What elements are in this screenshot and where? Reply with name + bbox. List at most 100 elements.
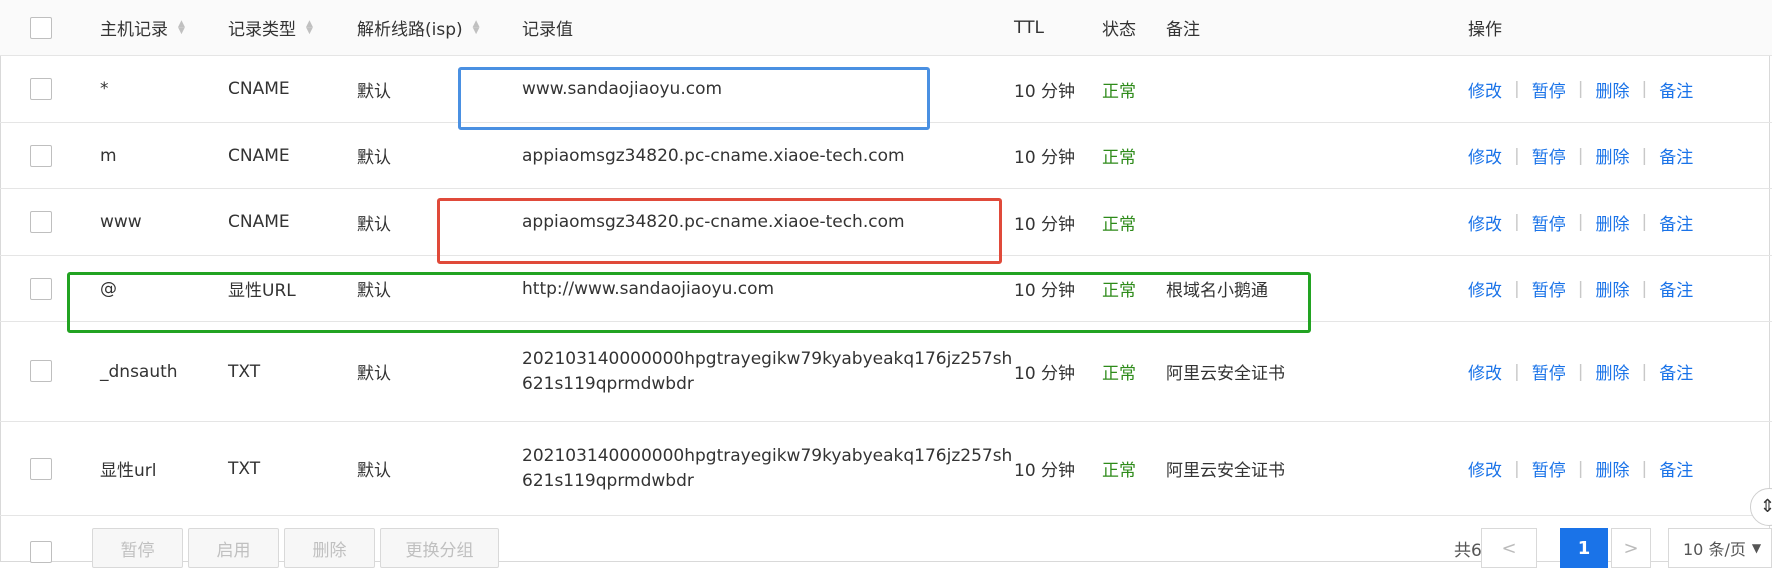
cell-host: @ bbox=[100, 278, 117, 299]
cell-host: * bbox=[100, 79, 109, 99]
remark-link[interactable]: 备注 bbox=[1659, 210, 1693, 235]
pause-link[interactable]: 暂停 bbox=[1532, 143, 1566, 168]
row-actions: 修改 | 暂停 | 删除 | 备注 bbox=[1468, 189, 1693, 255]
edit-link[interactable]: 修改 bbox=[1468, 210, 1502, 235]
row-actions: 修改 | 暂停 | 删除 | 备注 bbox=[1468, 123, 1693, 188]
table-row: @ 显性URL 默认 http://www.sandaojiaoyu.com 1… bbox=[0, 256, 1772, 322]
cell-value: 202103140000000hpgtrayegikw79kyabyeakq17… bbox=[522, 322, 1012, 421]
delete-link[interactable]: 删除 bbox=[1595, 77, 1629, 102]
action-separator: | bbox=[1514, 361, 1520, 382]
row-checkbox[interactable] bbox=[30, 360, 52, 382]
remark-link[interactable]: 备注 bbox=[1659, 143, 1693, 168]
action-separator: | bbox=[1577, 278, 1584, 299]
cell-line: 默认 bbox=[357, 148, 391, 168]
cell-host: www bbox=[100, 212, 142, 232]
pause-link[interactable]: 暂停 bbox=[1532, 210, 1566, 235]
delete-link[interactable]: 删除 bbox=[1595, 456, 1629, 481]
row-actions: 修改 | 暂停 | 删除 | 备注 bbox=[1468, 422, 1693, 515]
row-actions: 修改 | 暂停 | 删除 | 备注 bbox=[1468, 256, 1693, 321]
action-separator: | bbox=[1577, 79, 1584, 99]
col-line-header[interactable]: 解析线路(isp) ▲ ▼ bbox=[357, 0, 480, 55]
remark-link[interactable]: 备注 bbox=[1659, 359, 1693, 384]
cell-status: 正常 bbox=[1102, 214, 1136, 235]
value-line: 621s119qprmdwbdr bbox=[522, 470, 694, 491]
row-checkbox[interactable] bbox=[30, 211, 52, 233]
cell-host: 显性url bbox=[100, 461, 157, 481]
change-group-button[interactable]: 更换分组 bbox=[380, 528, 499, 568]
batch-delete-button[interactable]: 删除 bbox=[284, 528, 375, 568]
action-separator: | bbox=[1641, 458, 1648, 479]
row-checkbox[interactable] bbox=[30, 78, 52, 100]
batch-enable-button[interactable]: 启用 bbox=[188, 528, 279, 568]
action-separator: | bbox=[1641, 212, 1648, 232]
cell-line: 默认 bbox=[357, 364, 391, 384]
row-actions: 修改 | 暂停 | 删除 | 备注 bbox=[1468, 56, 1693, 122]
remark-link[interactable]: 备注 bbox=[1659, 456, 1693, 481]
edit-link[interactable]: 修改 bbox=[1468, 359, 1502, 384]
action-separator: | bbox=[1577, 458, 1584, 479]
sort-arrows-icon[interactable]: ▲ ▼ bbox=[306, 19, 313, 35]
cell-value: www.sandaojiaoyu.com bbox=[522, 79, 723, 99]
action-separator: | bbox=[1514, 212, 1520, 232]
select-all-checkbox[interactable] bbox=[30, 17, 52, 39]
pause-link[interactable]: 暂停 bbox=[1532, 456, 1566, 481]
cell-status: 正常 bbox=[1102, 148, 1136, 168]
page-1-button[interactable]: 1 bbox=[1560, 528, 1608, 568]
col-ttl-header: TTL bbox=[1014, 17, 1044, 38]
batch-pause-button[interactable]: 暂停 bbox=[92, 528, 183, 568]
edit-link[interactable]: 修改 bbox=[1468, 276, 1502, 301]
action-separator: | bbox=[1577, 145, 1584, 166]
cell-ttl: 10 分钟 bbox=[1014, 364, 1076, 384]
cell-value: appiaomsgz34820.pc-cname.xiaoe-tech.com bbox=[522, 145, 905, 166]
col-host-header[interactable]: 主机记录 ▲ ▼ bbox=[100, 0, 185, 55]
col-type-label: 记录类型 bbox=[228, 20, 296, 40]
col-action-header: 操作 bbox=[1468, 20, 1502, 40]
cell-type: CNAME bbox=[228, 79, 290, 99]
col-status-header: 状态 bbox=[1102, 20, 1136, 40]
cell-type: CNAME bbox=[228, 145, 290, 166]
footer-select-all-checkbox[interactable] bbox=[30, 541, 52, 563]
cell-ttl: 10 分钟 bbox=[1014, 461, 1076, 481]
cell-line: 默认 bbox=[357, 81, 391, 102]
col-value-header: 记录值 bbox=[522, 20, 573, 40]
edit-link[interactable]: 修改 bbox=[1468, 143, 1502, 168]
sort-arrows-icon[interactable]: ▲ ▼ bbox=[473, 19, 480, 35]
pause-link[interactable]: 暂停 bbox=[1532, 359, 1566, 384]
delete-link[interactable]: 删除 bbox=[1595, 210, 1629, 235]
action-separator: | bbox=[1641, 79, 1648, 99]
cell-ttl: 10 分钟 bbox=[1014, 214, 1076, 235]
prev-page-button[interactable]: < bbox=[1481, 528, 1537, 568]
cell-host: _dnsauth bbox=[100, 361, 178, 382]
remark-link[interactable]: 备注 bbox=[1659, 276, 1693, 301]
action-separator: | bbox=[1514, 458, 1520, 479]
page-size-select[interactable]: 10 条/页 ▼ bbox=[1668, 528, 1772, 568]
row-checkbox[interactable] bbox=[30, 278, 52, 300]
delete-link[interactable]: 删除 bbox=[1595, 359, 1629, 384]
row-checkbox[interactable] bbox=[30, 458, 52, 480]
cell-type: CNAME bbox=[228, 212, 290, 232]
table-row: * CNAME 默认 www.sandaojiaoyu.com 10 分钟 正常… bbox=[0, 56, 1772, 123]
col-remark-header: 备注 bbox=[1166, 20, 1200, 40]
action-separator: | bbox=[1641, 361, 1648, 382]
table-row: m CNAME 默认 appiaomsgz34820.pc-cname.xiao… bbox=[0, 123, 1772, 189]
table-row: _dnsauth TXT 默认 202103140000000hpgtrayeg… bbox=[0, 322, 1772, 422]
action-separator: | bbox=[1641, 145, 1648, 166]
cell-type: TXT bbox=[228, 361, 261, 382]
table-row: www CNAME 默认 appiaomsgz34820.pc-cname.xi… bbox=[0, 189, 1772, 256]
sort-arrows-icon[interactable]: ▲ ▼ bbox=[178, 19, 185, 35]
col-type-header[interactable]: 记录类型 ▲ ▼ bbox=[228, 0, 313, 55]
cell-line: 默认 bbox=[357, 461, 391, 481]
delete-link[interactable]: 删除 bbox=[1595, 276, 1629, 301]
value-line: 202103140000000hpgtrayegikw79kyabyeakq17… bbox=[522, 445, 1013, 466]
remark-link[interactable]: 备注 bbox=[1659, 77, 1693, 102]
row-checkbox[interactable] bbox=[30, 145, 52, 167]
edit-link[interactable]: 修改 bbox=[1468, 77, 1502, 102]
cell-value: 202103140000000hpgtrayegikw79kyabyeakq17… bbox=[522, 422, 1012, 515]
next-page-button[interactable]: > bbox=[1611, 528, 1651, 568]
page-size-value: 10 条/页 bbox=[1683, 540, 1746, 559]
action-separator: | bbox=[1514, 278, 1520, 299]
pause-link[interactable]: 暂停 bbox=[1532, 77, 1566, 102]
pause-link[interactable]: 暂停 bbox=[1532, 276, 1566, 301]
edit-link[interactable]: 修改 bbox=[1468, 456, 1502, 481]
delete-link[interactable]: 删除 bbox=[1595, 143, 1629, 168]
